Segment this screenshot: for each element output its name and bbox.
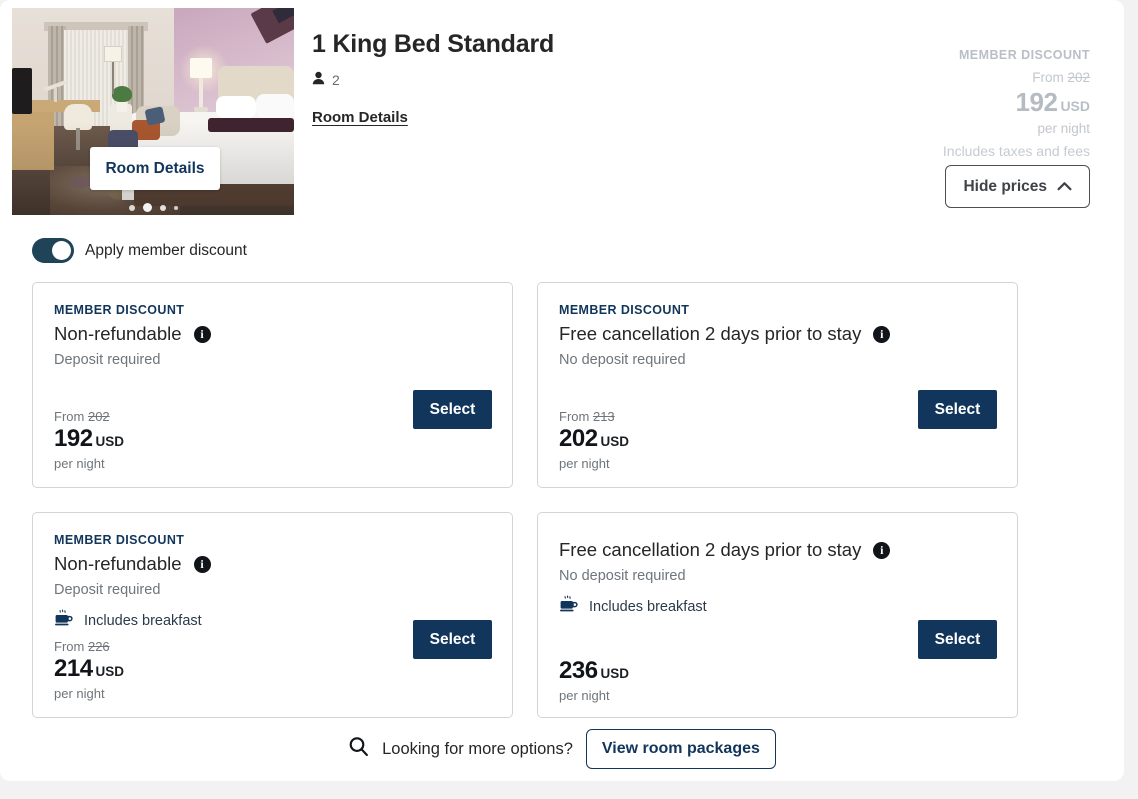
rate-perk-label: Includes breakfast — [84, 612, 202, 629]
summary-taxes-note: Includes taxes and fees — [942, 143, 1090, 159]
carousel-dot-3[interactable] — [159, 204, 166, 211]
rate-deposit-note: Deposit required — [54, 582, 161, 598]
rate-per-night: per night — [559, 456, 610, 471]
room-rates-card: Room Details 1 King Bed Standard 2 Room … — [0, 0, 1124, 781]
rate-title-row: Free cancellation 2 days prior to stay i — [559, 323, 996, 345]
carousel-dot-4[interactable] — [173, 205, 178, 210]
rate-from-price: From 226 — [54, 639, 124, 654]
rate-title: Free cancellation 2 days prior to stay — [559, 323, 862, 344]
rate-struck-price: 213 — [592, 409, 615, 424]
member-discount-toggle-row: Apply member discount — [32, 238, 247, 263]
chevron-up-icon — [1057, 178, 1072, 196]
select-button[interactable]: Select — [918, 620, 997, 659]
carousel-dot-2[interactable] — [142, 203, 152, 212]
rate-from-price: From 202 — [54, 409, 124, 424]
rate-price-block: 236 USD per night — [559, 656, 629, 703]
more-options-footer: Looking for more options? View room pack… — [0, 729, 1124, 769]
rate-from-prefix: From — [54, 409, 85, 424]
occupancy-info: 2 — [312, 71, 782, 90]
room-title-block: 1 King Bed Standard 2 Room Details — [312, 30, 782, 127]
rate-amount: 214 — [54, 655, 93, 682]
rate-title: Non-refundable — [54, 553, 182, 574]
hide-prices-label: Hide prices — [963, 177, 1047, 195]
rate-deposit-note: Deposit required — [54, 352, 161, 368]
rate-card[interactable]: MEMBER DISCOUNT Non-refundable i Deposit… — [32, 282, 513, 488]
apply-member-discount-toggle[interactable] — [32, 238, 74, 263]
coffee-cup-icon — [54, 609, 73, 632]
rate-title: Non-refundable — [54, 323, 182, 344]
summary-currency: USD — [1060, 98, 1090, 114]
summary-amount-row: 192 USD — [760, 87, 1090, 118]
room-photo-carousel[interactable]: Room Details — [12, 8, 294, 215]
carousel-dots — [12, 203, 294, 212]
summary-member-discount-label: MEMBER DISCOUNT — [958, 48, 1090, 62]
rate-card[interactable]: MEMBER DISCOUNT Non-refundable i Deposit… — [32, 512, 513, 718]
coffee-cup-icon — [559, 595, 578, 618]
rate-amount-row: 236 USD — [559, 657, 629, 685]
rate-title-row: Free cancellation 2 days prior to stay i — [559, 539, 996, 561]
rate-title-row: Non-refundable i — [54, 553, 491, 575]
photo-room-details-button[interactable]: Room Details — [90, 147, 220, 190]
rate-currency: USD — [600, 434, 630, 449]
rate-from-price: From 213 — [559, 409, 629, 424]
rate-price-block: From 202 192 USD per night — [54, 409, 124, 471]
rate-title-row: Non-refundable i — [54, 323, 491, 345]
rate-deposit-note: No deposit required — [559, 568, 686, 584]
summary-struck-price: 202 — [1067, 70, 1090, 85]
summary-amount: 192 — [1015, 87, 1058, 117]
rate-struck-price: 226 — [87, 639, 110, 654]
rate-amount-row: 192 USD — [54, 425, 124, 453]
rate-from-prefix: From — [559, 409, 590, 424]
carousel-dot-1[interactable] — [128, 204, 135, 211]
apply-member-discount-label: Apply member discount — [85, 241, 247, 259]
rate-amount: 192 — [54, 425, 93, 452]
rate-member-discount-label: MEMBER DISCOUNT — [559, 303, 690, 317]
info-icon[interactable]: i — [873, 541, 891, 559]
rate-amount: 236 — [559, 657, 598, 684]
rate-member-discount-label: MEMBER DISCOUNT — [54, 533, 185, 547]
rate-per-night: per night — [54, 456, 105, 471]
rate-amount-row: 202 USD — [559, 425, 629, 453]
rate-card[interactable]: Free cancellation 2 days prior to stay i… — [537, 512, 1018, 718]
select-button[interactable]: Select — [413, 620, 492, 659]
rate-perk-row: Includes breakfast — [559, 595, 996, 618]
select-button[interactable]: Select — [413, 390, 492, 429]
rate-amount: 202 — [559, 425, 598, 452]
rate-price-block: From 226 214 USD per night — [54, 639, 124, 701]
rate-options-grid: MEMBER DISCOUNT Non-refundable i Deposit… — [32, 282, 1018, 718]
rate-struck-price: 202 — [87, 409, 110, 424]
info-icon[interactable]: i — [193, 325, 211, 343]
rate-amount-row: 214 USD — [54, 655, 124, 683]
more-options-prompt: Looking for more options? — [382, 739, 573, 758]
rate-member-discount-label: MEMBER DISCOUNT — [54, 303, 185, 317]
info-icon[interactable]: i — [193, 555, 211, 573]
summary-per-night: per night — [1037, 121, 1090, 136]
occupancy-count: 2 — [332, 72, 340, 89]
rate-currency: USD — [95, 664, 125, 679]
rate-card[interactable]: MEMBER DISCOUNT Free cancellation 2 days… — [537, 282, 1018, 488]
view-room-packages-button[interactable]: View room packages — [585, 729, 776, 769]
summary-from-prefix: From — [1032, 70, 1064, 85]
rate-title: Free cancellation 2 days prior to stay — [559, 539, 862, 560]
rate-price-block: From 213 202 USD per night — [559, 409, 629, 471]
room-details-link[interactable]: Room Details — [312, 109, 408, 126]
rate-from-prefix: From — [54, 639, 85, 654]
rate-per-night: per night — [559, 688, 610, 703]
toggle-knob — [52, 241, 71, 260]
info-icon[interactable]: i — [873, 325, 891, 343]
hide-prices-button[interactable]: Hide prices — [945, 165, 1090, 208]
summary-from-price: From 202 — [760, 70, 1090, 85]
room-header: Room Details 1 King Bed Standard 2 Room … — [12, 8, 1112, 220]
rate-perk-label: Includes breakfast — [589, 598, 707, 615]
rate-currency: USD — [95, 434, 125, 449]
page-title: 1 King Bed Standard — [312, 30, 555, 58]
rate-per-night: per night — [54, 686, 105, 701]
select-button[interactable]: Select — [918, 390, 997, 429]
search-icon — [348, 736, 369, 762]
summary-price-block: MEMBER DISCOUNT From 202 192 USD per nigh… — [760, 48, 1090, 159]
rate-deposit-note: No deposit required — [559, 352, 686, 368]
rate-currency: USD — [600, 666, 630, 681]
person-icon — [312, 71, 325, 90]
